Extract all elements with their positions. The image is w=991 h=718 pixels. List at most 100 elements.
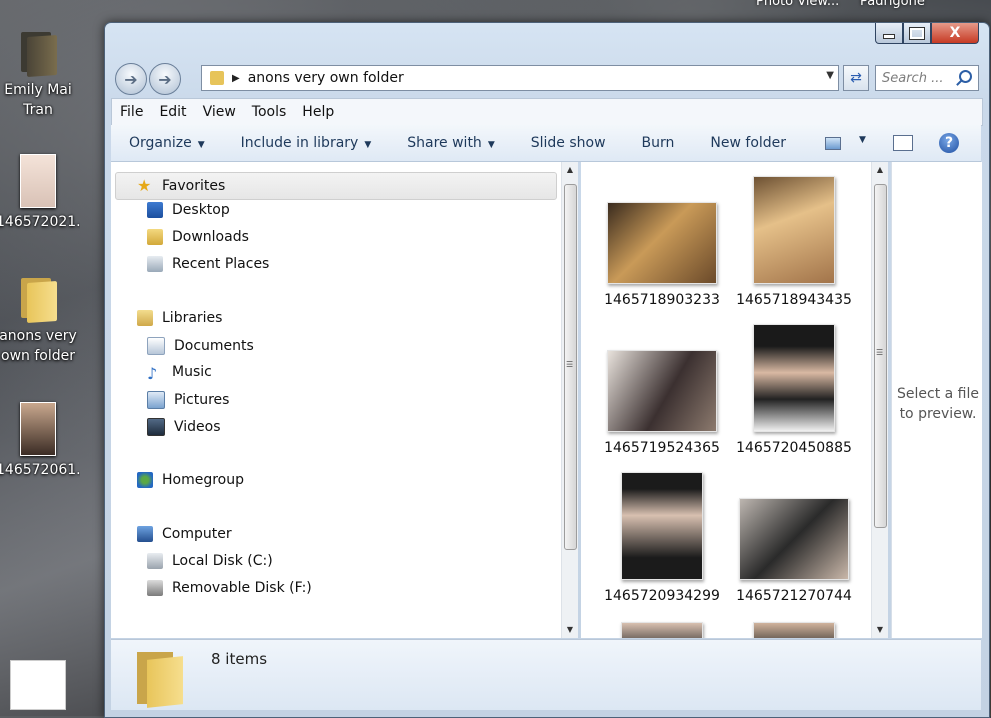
taskbar-item-photo-viewer[interactable]: Photo View... <box>756 0 839 9</box>
tree-item-documents[interactable]: Documents <box>147 337 254 355</box>
share-with-label: Share with <box>407 135 482 151</box>
search-input[interactable]: Search ... <box>875 65 979 91</box>
tree-item-pictures[interactable]: Pictures <box>147 391 229 409</box>
computer-icon <box>137 526 153 542</box>
tree-item-downloads[interactable]: Downloads <box>147 229 249 245</box>
back-arrow-icon: ➔ <box>124 69 138 89</box>
recent-places-icon <box>147 256 163 272</box>
tree-label: Computer <box>162 526 232 542</box>
desktop-icon-label: own folder <box>1 348 75 364</box>
file-item[interactable]: 1465718903233 <box>597 202 727 308</box>
tree-label: Desktop <box>172 202 230 218</box>
file-name: 1465720450885 <box>736 440 852 456</box>
tree-favorites[interactable]: ★ Favorites <box>137 176 225 195</box>
scroll-down-arrow-icon[interactable]: ▼ <box>562 622 578 638</box>
file-item[interactable]: 1465721270744 <box>729 498 859 604</box>
file-item-partial[interactable] <box>729 622 859 638</box>
refresh-button[interactable]: ⇄ <box>843 65 869 91</box>
scroll-up-arrow-icon[interactable]: ▲ <box>872 162 888 178</box>
desktop-icon-document[interactable] <box>10 660 66 710</box>
new-folder-button[interactable]: New folder <box>692 135 804 151</box>
breadcrumb-current-folder[interactable]: anons very own folder <box>248 70 404 86</box>
close-button[interactable]: X <box>931 23 979 44</box>
file-item[interactable]: 1465720450885 <box>729 324 859 456</box>
file-name: 1465720934299 <box>604 588 720 604</box>
documents-icon <box>147 337 165 355</box>
minimize-button[interactable] <box>875 23 903 44</box>
address-bar[interactable]: ▶ anons very own folder ▼ <box>201 65 839 91</box>
tree-item-music[interactable]: ♪ Music <box>147 364 212 383</box>
scroll-down-arrow-icon[interactable]: ▼ <box>872 622 888 638</box>
menu-help[interactable]: Help <box>294 104 342 120</box>
image-thumbnail <box>753 176 835 284</box>
menu-edit[interactable]: Edit <box>151 104 194 120</box>
image-thumbnail <box>621 622 703 638</box>
tree-label: Recent Places <box>172 256 270 272</box>
include-in-library-button[interactable]: Include in library ▼ <box>223 135 390 151</box>
organize-label: Organize <box>129 135 192 151</box>
menu-file[interactable]: File <box>112 104 151 120</box>
tree-item-recent-places[interactable]: Recent Places <box>147 256 269 272</box>
tree-label: Favorites <box>162 177 226 194</box>
scroll-up-arrow-icon[interactable]: ▲ <box>562 162 578 178</box>
tree-label: Removable Disk (F:) <box>172 580 312 596</box>
organize-button[interactable]: Organize ▼ <box>111 135 223 151</box>
slide-show-button[interactable]: Slide show <box>513 135 624 151</box>
file-item[interactable]: 1465718943435 <box>729 176 859 308</box>
tree-computer[interactable]: Computer <box>137 526 232 542</box>
menu-view[interactable]: View <box>195 104 244 120</box>
desktop-icon-photo-2[interactable]: 146572061... <box>0 402 80 480</box>
tree-item-desktop[interactable]: Desktop <box>147 202 230 218</box>
desktop-icon-emily-folder[interactable]: Emily Mai Tran <box>0 30 80 120</box>
file-list-scrollbar[interactable]: ▲ ☰ ▼ <box>871 162 888 638</box>
details-pane: 8 items <box>111 639 981 710</box>
taskbar-item-padrigone[interactable]: Padrigone <box>860 0 925 9</box>
folder-icon <box>19 276 57 324</box>
desktop-icon-label: Tran <box>23 102 53 118</box>
address-dropdown-icon[interactable]: ▼ <box>826 70 834 81</box>
burn-button[interactable]: Burn <box>624 135 693 151</box>
image-thumbnail <box>607 202 717 284</box>
desktop-icon-anons-folder[interactable]: anons very own folder <box>0 276 80 366</box>
window-controls: X <box>875 23 979 44</box>
help-icon[interactable]: ? <box>939 133 959 153</box>
tree-libraries[interactable]: Libraries <box>137 310 222 326</box>
tree-item-videos[interactable]: Videos <box>147 418 221 436</box>
tree-label: Libraries <box>162 310 223 326</box>
breadcrumb-chevron-icon[interactable]: ▶ <box>232 73 240 84</box>
view-dropdown-icon[interactable]: ▼ <box>859 135 866 145</box>
file-name: 1465719524365 <box>604 440 720 456</box>
desktop-icon-label: anons very <box>0 328 77 344</box>
preview-pane-toggle-icon[interactable] <box>893 135 913 151</box>
tree-homegroup[interactable]: Homegroup <box>137 472 244 488</box>
navigation-pane-scrollbar[interactable]: ▲ ☰ ▼ <box>561 162 578 638</box>
search-icon[interactable] <box>959 70 972 83</box>
folder-icon <box>137 648 187 708</box>
dropdown-arrow-icon: ▼ <box>364 140 372 150</box>
back-button[interactable]: ➔ <box>115 63 147 95</box>
include-in-library-label: Include in library <box>240 135 359 151</box>
tree-label: Documents <box>174 338 254 354</box>
maximize-button[interactable] <box>903 23 931 44</box>
file-item[interactable]: 1465720934299 <box>597 472 727 604</box>
tree-item-removable-disk[interactable]: Removable Disk (F:) <box>147 580 312 596</box>
minimize-icon <box>883 33 895 39</box>
explorer-window: X ➔ ➔ ▶ anons very own folder ▼ ⇄ Search… <box>104 22 990 718</box>
videos-icon <box>147 418 165 436</box>
forward-arrow-icon: ➔ <box>158 69 172 89</box>
downloads-folder-icon <box>147 229 163 245</box>
menu-bar: File Edit View Tools Help <box>111 98 983 126</box>
tree-item-local-disk[interactable]: Local Disk (C:) <box>147 553 273 569</box>
file-name: 1465718903233 <box>604 292 720 308</box>
change-view-icon[interactable] <box>825 137 841 150</box>
file-name: 1465721270744 <box>736 588 852 604</box>
file-item[interactable]: 1465719524365 <box>597 350 727 456</box>
share-with-button[interactable]: Share with ▼ <box>389 135 512 151</box>
image-thumbnail <box>607 350 717 432</box>
tree-label: Music <box>172 364 212 380</box>
file-list: 1465718903233 1465718943435 146571952436… <box>581 162 871 638</box>
desktop-icon-photo-1[interactable]: 146572021... <box>0 154 80 232</box>
forward-button[interactable]: ➔ <box>149 63 181 95</box>
menu-tools[interactable]: Tools <box>244 104 295 120</box>
file-item-partial[interactable] <box>597 622 727 638</box>
